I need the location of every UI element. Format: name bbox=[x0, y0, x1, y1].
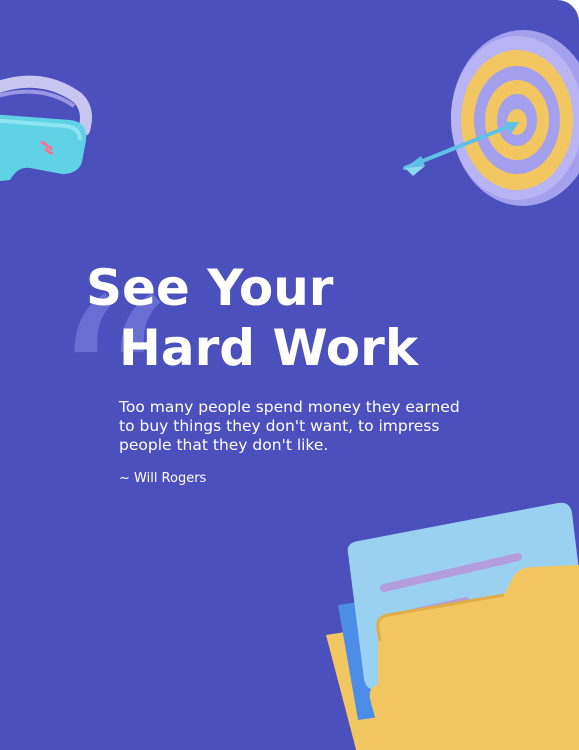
page-title: See Your Hard Work bbox=[86, 258, 418, 378]
target-icon bbox=[403, 30, 579, 206]
title-line-1: See Your bbox=[86, 259, 334, 317]
quote-text: Too many people spend money they earned … bbox=[119, 398, 460, 454]
quote-author: ~ Will Rogers bbox=[119, 471, 207, 486]
title-line-2: Hard Work bbox=[119, 319, 419, 377]
folder-icon bbox=[326, 502, 579, 750]
quote-card: “ See Your Hard Work Too many people spe… bbox=[0, 0, 579, 750]
vr-headset-icon bbox=[0, 75, 92, 181]
